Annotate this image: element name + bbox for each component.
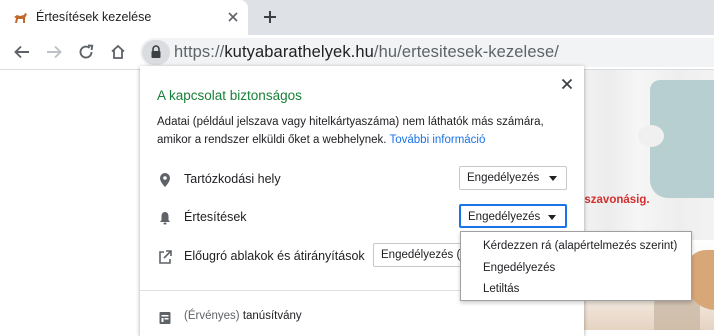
certificate-label: (Érvényes) tanúsítvány — [184, 310, 302, 322]
url-scheme: https:// — [174, 43, 225, 61]
new-tab-icon[interactable] — [262, 9, 278, 25]
close-icon[interactable] — [561, 78, 573, 90]
tab-title: Értesítések kezelése — [36, 10, 152, 24]
puzzle-knob-graphic — [638, 125, 664, 147]
dropdown-option-ask[interactable]: Kérdezzen rá (alapértelmezés szerint) — [483, 240, 677, 252]
permission-row-location: Tartózkodási hely Engedélyezés — [140, 166, 584, 194]
url-host: kutyabarathelyek.hu — [224, 43, 374, 61]
toolbar: https://kutyabarathelyek.hu/hu/ertesites… — [0, 35, 714, 70]
notifications-select[interactable]: Engedélyezés — [459, 204, 567, 228]
promo-text: sszavonásig. — [578, 194, 650, 206]
select-value: Engedélyezés (a — [381, 249, 467, 261]
forward-arrow-icon[interactable] — [45, 43, 63, 61]
popup-description: Adatai (például jelszava vagy hitelkárty… — [157, 113, 572, 149]
permission-label: Értesítések — [184, 210, 247, 224]
address-bar[interactable]: https://kutyabarathelyek.hu/hu/ertesites… — [140, 38, 714, 67]
description-text: Adatai (például jelszava vagy hitelkárty… — [157, 116, 544, 146]
home-icon[interactable] — [109, 43, 127, 61]
bell-icon — [160, 212, 170, 225]
popup-title: A kapcsolat biztonságos — [157, 88, 302, 103]
more-info-link[interactable]: További információ — [389, 134, 485, 146]
location-pin-icon — [160, 173, 170, 187]
lock-icon — [151, 45, 161, 58]
select-value: Engedélyezés — [468, 211, 541, 223]
location-select[interactable]: Engedélyezés — [459, 166, 567, 190]
back-arrow-icon[interactable] — [13, 43, 31, 61]
certificate-row[interactable]: (Érvényes) tanúsítvány — [140, 304, 584, 332]
tab-strip: Értesítések kezelése — [0, 0, 714, 35]
chevron-down-icon — [549, 176, 557, 181]
certificate-text: tanúsítvány — [242, 310, 302, 322]
url-text[interactable]: https://kutyabarathelyek.hu/hu/ertesites… — [174, 43, 559, 62]
url-path: /hu/ertesitesek-kezelese/ — [373, 43, 559, 61]
tab-close-icon[interactable] — [226, 10, 240, 24]
certificate-status: (Érvényes) — [184, 310, 240, 322]
lock-button[interactable] — [142, 40, 170, 65]
notifications-dropdown-list: Kérdezzen rá (alapértelmezés szerint) En… — [460, 231, 692, 301]
chevron-down-icon — [548, 215, 556, 220]
dropdown-option-block[interactable]: Letiltás — [483, 283, 519, 295]
certificate-icon — [159, 312, 171, 324]
tab-active[interactable]: Értesítések kezelése — [0, 0, 248, 35]
dog-favicon-icon — [14, 13, 27, 23]
reload-icon[interactable] — [77, 43, 95, 61]
dropdown-option-allow[interactable]: Engedélyezés — [483, 262, 555, 274]
permission-label: Előugró ablakok és átirányítások — [184, 249, 365, 263]
permission-row-notifications: Értesítések Engedélyezés — [140, 204, 584, 232]
popups-select[interactable]: Engedélyezés (a — [373, 243, 473, 267]
external-link-icon — [159, 250, 172, 264]
permission-label: Tartózkodási hely — [184, 172, 281, 186]
select-value: Engedélyezés — [467, 172, 540, 184]
